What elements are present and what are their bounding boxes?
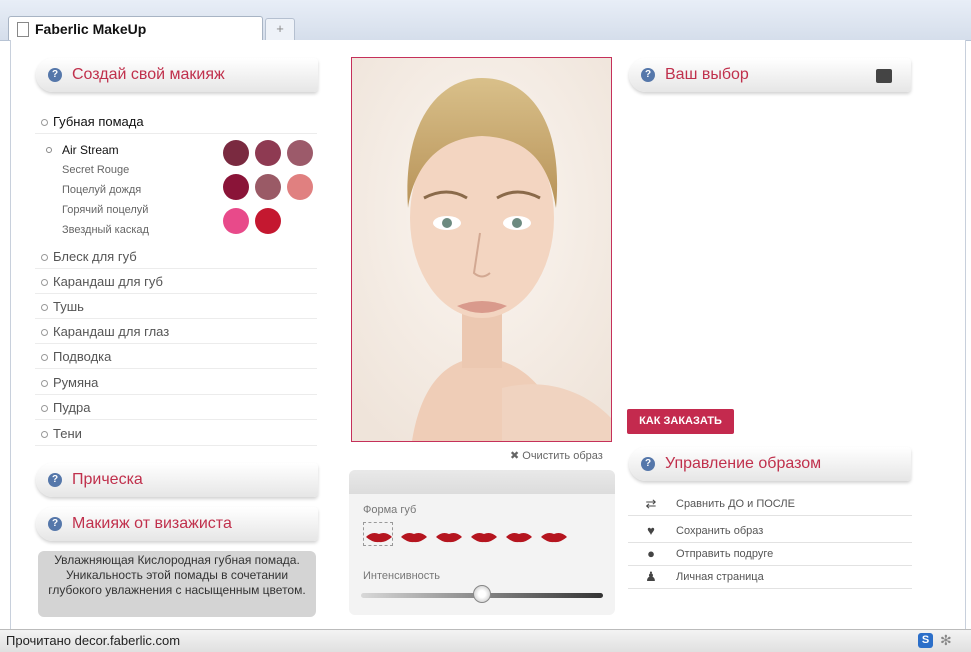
lipstick-line-secret-rouge[interactable]: Secret Rouge	[62, 164, 129, 176]
action-label: Сравнить ДО и ПОСЛЕ	[676, 498, 795, 510]
tab-title: Faberlic MakeUp	[35, 21, 147, 37]
personal-page[interactable]: ♟ Личная страница	[628, 567, 912, 589]
help-icon: ?	[48, 473, 62, 487]
lipstick-line-rain-kiss[interactable]: Поцелуй дождя	[62, 184, 141, 196]
create-makeup-header[interactable]: ? Создай свой макияж	[36, 58, 318, 92]
action-label: Личная страница	[676, 571, 764, 583]
gear-icon[interactable]: ✻	[940, 632, 952, 649]
product-description: Увлажняющая Кислородная губная помада. У…	[38, 551, 316, 617]
lip-shape-option[interactable]	[540, 530, 568, 548]
menu-item-label: Карандаш для глаз	[53, 324, 170, 339]
bullet-icon	[41, 329, 48, 336]
browser-tab-bar: Faberlic MakeUp +	[0, 0, 971, 41]
menu-item-lipstick[interactable]: Губная помада	[35, 111, 317, 134]
lip-controls-panel: Форма губ Интенсивность	[349, 470, 615, 615]
menu-item-eyeliner[interactable]: Подводка	[35, 346, 317, 369]
heart-icon: ♥	[647, 523, 655, 538]
send-to-friend[interactable]: ● Отправить подруге	[628, 544, 912, 566]
menu-item-label: Карандаш для губ	[53, 274, 163, 289]
lipstick-line-air-stream[interactable]: Air Stream	[62, 143, 119, 157]
lip-shape-option[interactable]	[400, 530, 428, 548]
action-label: Отправить подруге	[676, 548, 774, 560]
color-swatch[interactable]	[255, 208, 281, 234]
compare-before-after[interactable]: ⇄ Сравнить ДО и ПОСЛЕ	[628, 494, 912, 516]
person-icon: ♟	[645, 569, 657, 584]
menu-item-eyeshadow[interactable]: Тени	[35, 423, 317, 446]
menu-item-label: Тени	[53, 426, 82, 441]
color-swatch[interactable]	[287, 174, 313, 200]
color-swatch[interactable]	[223, 140, 249, 166]
menu-item-label: Тушь	[53, 299, 84, 314]
help-icon: ?	[641, 457, 655, 471]
menu-item-label: Румяна	[53, 375, 99, 390]
save-look[interactable]: ♥ Сохранить образ	[628, 521, 912, 543]
artist-makeup-header[interactable]: ? Макияж от визажиста	[36, 507, 318, 541]
menu-item-lip-gloss[interactable]: Блеск для губ	[35, 246, 317, 269]
bullet-icon	[46, 147, 52, 153]
color-swatch[interactable]	[255, 140, 281, 166]
menu-item-label: Пудра	[53, 400, 91, 415]
status-text: Прочитано decor.faberlic.com	[6, 633, 181, 648]
menu-item-label: Блеск для губ	[53, 249, 137, 264]
lip-shape-label: Форма губ	[363, 504, 417, 516]
color-swatch[interactable]	[223, 208, 249, 234]
help-icon: ?	[48, 517, 62, 531]
page-icon	[17, 22, 29, 37]
menu-item-powder[interactable]: Пудра	[35, 397, 317, 420]
compare-arrows-icon: ⇄	[645, 496, 657, 511]
bullet-icon	[41, 119, 48, 126]
skype-icon[interactable]: S	[918, 633, 933, 648]
menu-item-eye-pencil[interactable]: Карандаш для глаз	[35, 321, 317, 344]
color-swatch[interactable]	[255, 174, 281, 200]
lip-shape-option[interactable]	[470, 530, 498, 548]
manage-look-header: ? Управление образом	[629, 447, 911, 481]
manage-look-title: Управление образом	[665, 455, 822, 472]
help-icon: ?	[48, 68, 62, 82]
model-photo	[351, 57, 612, 442]
lipstick-line-hot-kiss[interactable]: Горячий поцелуй	[62, 204, 148, 216]
menu-item-label: Подводка	[53, 349, 112, 364]
hairstyle-title: Прическа	[72, 471, 143, 488]
your-choice-title: Ваш выбор	[665, 66, 749, 83]
bullet-icon	[41, 304, 48, 311]
color-swatch[interactable]	[223, 174, 249, 200]
hairstyle-header[interactable]: ? Прическа	[36, 463, 318, 497]
speech-bubble-icon: ●	[647, 546, 655, 561]
clear-look-button[interactable]: ✖ Очистить образ	[510, 449, 603, 462]
panel-strip	[349, 470, 615, 494]
menu-item-mascara[interactable]: Тушь	[35, 296, 317, 319]
color-swatch[interactable]	[287, 140, 313, 166]
new-tab-button[interactable]: +	[265, 18, 295, 40]
bullet-icon	[41, 431, 48, 438]
bullet-icon	[41, 254, 48, 261]
action-label: Сохранить образ	[676, 525, 764, 537]
browser-tab[interactable]: Faberlic MakeUp	[8, 16, 263, 40]
intensity-label: Интенсивность	[363, 570, 441, 582]
create-makeup-title: Создай свой макияж	[72, 66, 225, 83]
printer-icon[interactable]	[876, 69, 892, 83]
lip-shape-option[interactable]	[505, 530, 533, 548]
bullet-icon	[41, 279, 48, 286]
lip-shape-option[interactable]	[365, 530, 393, 548]
menu-item-label: Губная помада	[53, 114, 144, 129]
intensity-slider-handle[interactable]	[473, 585, 491, 603]
bullet-icon	[41, 405, 48, 412]
how-to-order-button[interactable]: КАК ЗАКАЗАТЬ	[627, 409, 734, 434]
bullet-icon	[41, 354, 48, 361]
menu-item-lip-liner[interactable]: Карандаш для губ	[35, 271, 317, 294]
browser-status-bar: Прочитано decor.faberlic.com S ✻	[0, 629, 971, 652]
artist-makeup-title: Макияж от визажиста	[72, 515, 232, 532]
your-choice-header: ? Ваш выбор	[629, 58, 911, 92]
lip-shape-option[interactable]	[435, 530, 463, 548]
help-icon: ?	[641, 68, 655, 82]
menu-item-blush[interactable]: Румяна	[35, 372, 317, 395]
lipstick-line-star-cascade[interactable]: Звездный каскад	[62, 224, 149, 236]
bullet-icon	[41, 380, 48, 387]
